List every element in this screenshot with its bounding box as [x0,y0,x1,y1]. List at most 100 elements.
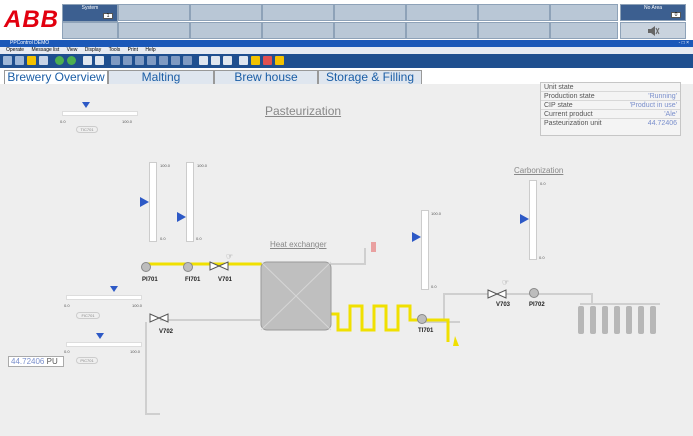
setpoint-marker-icon[interactable] [412,232,421,242]
temperature-indicator-ti701[interactable] [417,314,427,324]
alarm-cell[interactable] [190,4,262,21]
menu-message-list[interactable]: Message list [31,47,59,53]
bar-max-label: 0.0 [540,181,546,186]
bar-min-label: 0.0 [539,255,545,260]
manual-hand-icon: ☞ [226,252,234,261]
level-bar[interactable] [529,180,537,260]
menu-tools[interactable]: Tools [109,47,121,53]
alarm-cell[interactable] [334,22,406,39]
controller-slider[interactable] [62,111,138,116]
display-icon[interactable] [223,56,232,65]
chart-icon[interactable] [15,56,24,65]
alarm-icon[interactable] [275,56,284,65]
pu-unit: PU [46,357,58,366]
alarm-cell[interactable] [262,4,334,21]
setpoint-marker-icon [82,102,90,108]
display-icon[interactable] [211,56,220,65]
pi701-label: PI701 [142,277,158,283]
controller-faceplate[interactable]: 0.0 100.0 FIC701 [64,286,144,322]
alarm-cell[interactable] [406,4,478,21]
drain-icon [453,336,459,346]
setpoint-marker-icon [96,333,104,339]
v703-label: V703 [496,302,511,308]
menu-view[interactable]: View [67,47,78,53]
alarm-cell[interactable] [262,22,334,39]
level-bar[interactable] [149,162,157,242]
alarm-cell[interactable] [406,22,478,39]
tab-malting[interactable]: Malting [108,70,214,84]
back-icon[interactable] [55,56,64,65]
range-max: 100.0 [130,349,141,354]
tab-brew-house[interactable]: Brew house [214,70,318,84]
alarm-cell[interactable] [118,22,190,39]
alarm-cell[interactable] [478,22,550,39]
controller-faceplate[interactable]: 0.0 100.0 PIC701 [64,333,144,369]
alarm-icon[interactable] [263,56,272,65]
controller-slider[interactable] [66,295,142,300]
forward-icon[interactable] [67,56,76,65]
table-icon[interactable] [147,56,156,65]
area-label: No Area [643,5,663,11]
level-bar[interactable] [421,210,429,290]
table-icon[interactable] [159,56,168,65]
menu-print[interactable]: Print [128,47,138,53]
controller-tag[interactable]: PIC701 [76,357,98,364]
controller-tag[interactable]: FIC701 [76,312,100,319]
valve-v702[interactable] [149,313,169,323]
pu-value: 44.72406 [11,357,45,366]
table-icon[interactable] [135,56,144,65]
alarm-cell[interactable] [62,22,118,39]
window-title: PPControl DEMO [10,40,50,46]
list-icon[interactable] [111,56,120,65]
alarm-cell[interactable] [550,22,618,39]
area-alarm-cell[interactable]: No Area 0 [620,4,686,21]
flow-indicator-fi701[interactable] [183,262,193,272]
display-icon[interactable] [199,56,208,65]
alarm-cell[interactable] [550,4,618,21]
menu-help[interactable]: Help [145,47,155,53]
system-alarm-count: 1 [103,13,113,19]
grid-icon[interactable] [3,56,12,65]
bar-max-label: 100.0 [431,211,442,216]
pu-display[interactable]: 44.72406 PU [8,356,64,367]
alarm-cell[interactable] [190,22,262,39]
save-icon[interactable] [95,56,104,65]
alarm-cell[interactable] [334,4,406,21]
bar-min-label: 0.0 [431,284,437,289]
document-icon[interactable] [83,56,92,65]
window-controls[interactable]: - □ × [679,40,689,47]
pressure-indicator-pi702[interactable] [529,288,539,298]
alarm-cell[interactable] [118,4,190,21]
toolbar [0,54,693,68]
controller-tag[interactable]: TIC701 [76,126,98,133]
level-bar[interactable] [186,162,194,242]
controller-slider[interactable] [66,342,142,347]
tab-brewery-overview[interactable]: Brewery Overview [4,70,108,84]
setpoint-marker-icon[interactable] [177,212,186,222]
bar-max-label: 100.0 [160,163,171,168]
window-icon[interactable] [239,56,248,65]
system-alarm-cell[interactable]: System 1 [62,4,118,22]
range-min: 0.0 [60,119,66,124]
menu-operate[interactable]: Operate [6,47,24,53]
valve-v703[interactable] [487,289,507,299]
ti701-label: TI701 [418,328,434,334]
alarm-icon[interactable] [251,56,260,65]
pi702-label: PI702 [529,302,545,308]
setpoint-marker-icon[interactable] [140,197,149,207]
setpoint-marker-icon[interactable] [520,214,529,224]
table-icon[interactable] [123,56,132,65]
menu-display[interactable]: Display [85,47,101,53]
silence-alarm-button[interactable] [620,22,686,39]
holding-tube [330,304,450,342]
controller-faceplate[interactable]: 0.0 100.0 TIC701 [60,102,140,138]
fi701-label: FI701 [185,277,201,283]
table-icon[interactable] [183,56,192,65]
tab-storage-filling[interactable]: Storage & Filling [318,70,422,84]
vent-pipe [330,248,366,265]
pressure-indicator-pi701[interactable] [141,262,151,272]
warning-icon[interactable] [27,56,36,65]
alarm-cell[interactable] [478,4,550,21]
info-icon[interactable] [39,56,48,65]
table-icon[interactable] [171,56,180,65]
